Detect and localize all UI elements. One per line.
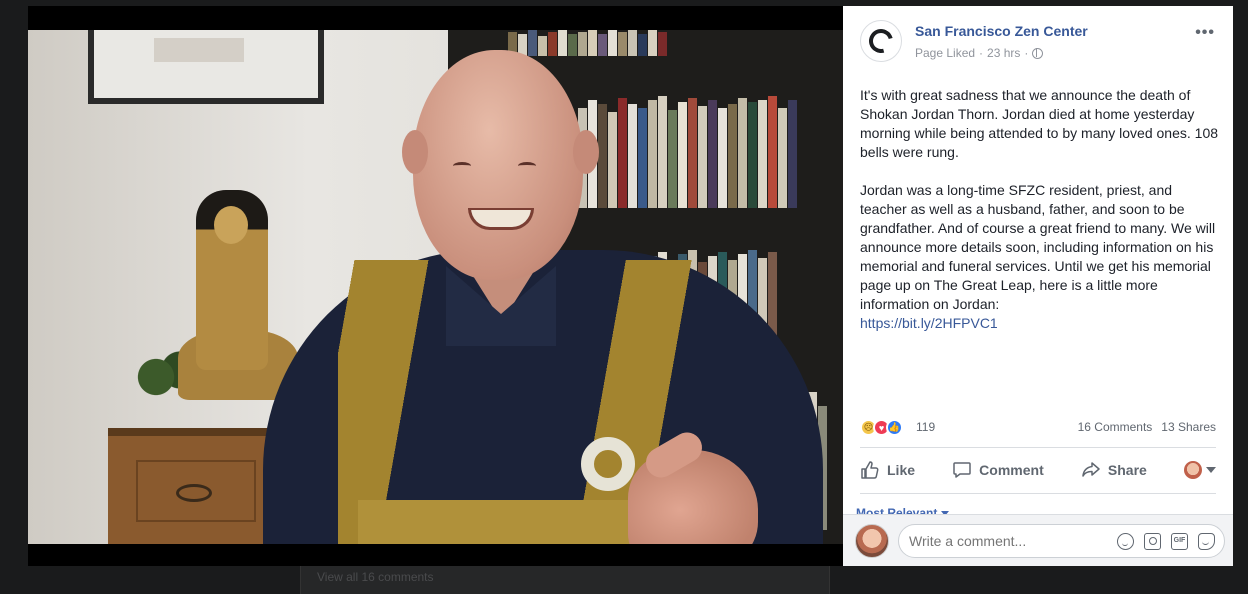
sticker-icon[interactable] <box>1198 533 1215 550</box>
enso-logo-icon <box>864 24 898 58</box>
meta-separator-2: · <box>1024 46 1029 60</box>
like-label: Like <box>887 462 916 478</box>
chevron-down-icon <box>1205 467 1216 473</box>
rakusu-ring <box>581 437 635 491</box>
shares-count[interactable]: 13 Shares <box>1161 420 1216 434</box>
commenter-avatar[interactable] <box>855 524 889 558</box>
thumbs-up-icon <box>861 461 879 479</box>
post-panel: San Francisco Zen Center Page Liked · 23… <box>843 6 1233 566</box>
user-avatar <box>1183 461 1202 479</box>
reaction-icons[interactable]: ☹ ♥ 👍 <box>860 419 903 436</box>
meta-separator: · <box>979 46 984 60</box>
globe-icon[interactable] <box>1032 47 1044 59</box>
divider <box>860 447 1216 448</box>
comments-count[interactable]: 16 Comments <box>1078 420 1153 434</box>
video-frame <box>28 30 843 544</box>
post-as-selector[interactable] <box>1183 461 1216 479</box>
comment-icon <box>953 462 971 478</box>
page-name-link[interactable]: San Francisco Zen Center <box>915 23 1088 39</box>
reaction-stats: ☹ ♥ 👍 119 16 Comments 13 Shares <box>860 418 1216 438</box>
wall-picture <box>88 30 324 104</box>
wooden-cabinet <box>108 428 288 544</box>
video-player[interactable] <box>28 6 843 566</box>
page-liked-status[interactable]: Page Liked <box>915 46 975 60</box>
comment-tools: GIF <box>1117 533 1215 550</box>
post-time[interactable]: 23 hrs <box>987 46 1020 60</box>
post-paragraph-2: Jordan was a long-time SFZC resident, pr… <box>860 182 1216 312</box>
share-button[interactable]: Share <box>1081 460 1147 480</box>
comment-button[interactable]: Comment <box>952 460 1044 480</box>
action-bar: Like Comment Share <box>860 453 1216 487</box>
comment-composer: GIF <box>843 514 1233 566</box>
share-label: Share <box>1107 462 1147 478</box>
gif-icon[interactable]: GIF <box>1171 533 1188 550</box>
emoji-icon[interactable] <box>1117 533 1134 550</box>
like-reaction-icon: 👍 <box>886 419 903 436</box>
divider <box>860 493 1216 494</box>
like-button[interactable]: Like <box>860 460 915 480</box>
post-link[interactable]: https://bit.ly/2HFPVC1 <box>860 314 1220 333</box>
camera-icon[interactable] <box>1144 533 1161 550</box>
more-options-icon[interactable]: ••• <box>1195 24 1215 42</box>
reaction-count[interactable]: 119 <box>916 420 935 434</box>
post-body: It's with great sadness that we announce… <box>860 86 1220 333</box>
share-icon <box>1082 462 1100 477</box>
post-paragraph-1: It's with great sadness that we announce… <box>860 87 1219 160</box>
page-avatar[interactable] <box>860 20 902 62</box>
post-meta: Page Liked · 23 hrs · <box>915 46 1044 60</box>
person-head <box>413 50 583 280</box>
comment-label: Comment <box>979 462 1044 478</box>
view-comments-link[interactable]: View all 16 comments <box>317 570 434 584</box>
